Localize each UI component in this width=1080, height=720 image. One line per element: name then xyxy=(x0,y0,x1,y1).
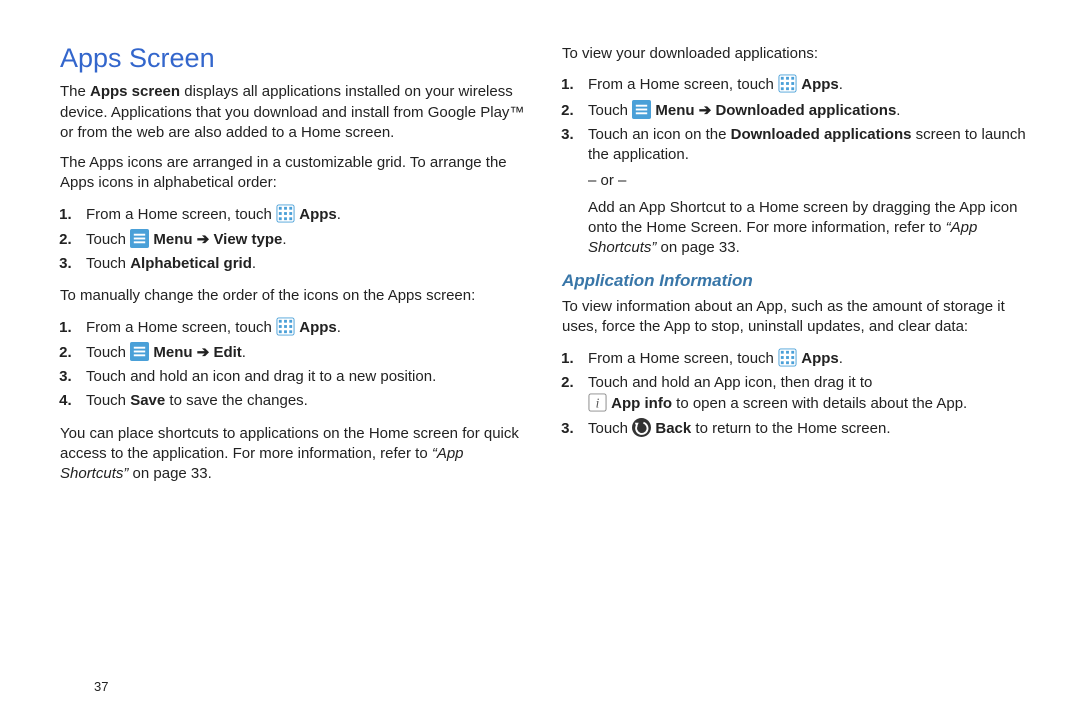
page-number: 37 xyxy=(94,679,108,694)
step: From a Home screen, touch Apps. xyxy=(582,74,1034,95)
steps-list: From a Home screen, touch Apps. Touch Me… xyxy=(80,317,532,412)
steps-list: From a Home screen, touch Apps. Touch Me… xyxy=(80,204,532,275)
info-icon xyxy=(588,393,607,412)
paragraph: To manually change the order of the icon… xyxy=(60,286,532,306)
apps-icon xyxy=(276,204,295,223)
step: Touch and hold an icon and drag it to a … xyxy=(80,367,532,387)
step: Touch Back to return to the Home screen. xyxy=(582,418,1034,439)
paragraph: To view your downloaded applications: xyxy=(562,44,1034,64)
right-column: To view your downloaded applications: Fr… xyxy=(562,40,1034,494)
back-icon xyxy=(632,418,651,437)
or-paragraph: Add an App Shortcut to a Home screen by … xyxy=(588,198,1034,259)
step: Touch Save to save the changes. xyxy=(80,391,532,411)
menu-icon xyxy=(130,342,149,361)
subsection-heading: Application Information xyxy=(562,270,1034,293)
apps-icon xyxy=(778,74,797,93)
step: Touch and hold an App icon, then drag it… xyxy=(582,373,1034,415)
steps-list: From a Home screen, touch Apps. Touch Me… xyxy=(582,74,1034,258)
or-divider: – or – xyxy=(588,171,1034,191)
steps-list: From a Home screen, touch Apps. Touch an… xyxy=(582,348,1034,440)
apps-icon xyxy=(276,317,295,336)
step: From a Home screen, touch Apps. xyxy=(80,317,532,338)
apps-icon xyxy=(778,348,797,367)
step: From a Home screen, touch Apps. xyxy=(582,348,1034,369)
menu-icon xyxy=(130,229,149,248)
section-heading: Apps Screen xyxy=(60,40,532,76)
step: Touch Menu ➔ View type. xyxy=(80,229,532,250)
step: Touch an icon on the Downloaded applicat… xyxy=(582,125,1034,259)
intro-paragraph: The Apps screen displays all application… xyxy=(60,82,532,143)
menu-icon xyxy=(632,100,651,119)
left-column: Apps Screen The Apps screen displays all… xyxy=(60,40,532,494)
paragraph: To view information about an App, such a… xyxy=(562,297,1034,338)
step: Touch Menu ➔ Downloaded applications. xyxy=(582,100,1034,121)
step: Touch Menu ➔ Edit. xyxy=(80,342,532,363)
paragraph: The Apps icons are arranged in a customi… xyxy=(60,153,532,194)
paragraph: You can place shortcuts to applications … xyxy=(60,424,532,485)
step: Touch Alphabetical grid. xyxy=(80,254,532,274)
step: From a Home screen, touch Apps. xyxy=(80,204,532,225)
